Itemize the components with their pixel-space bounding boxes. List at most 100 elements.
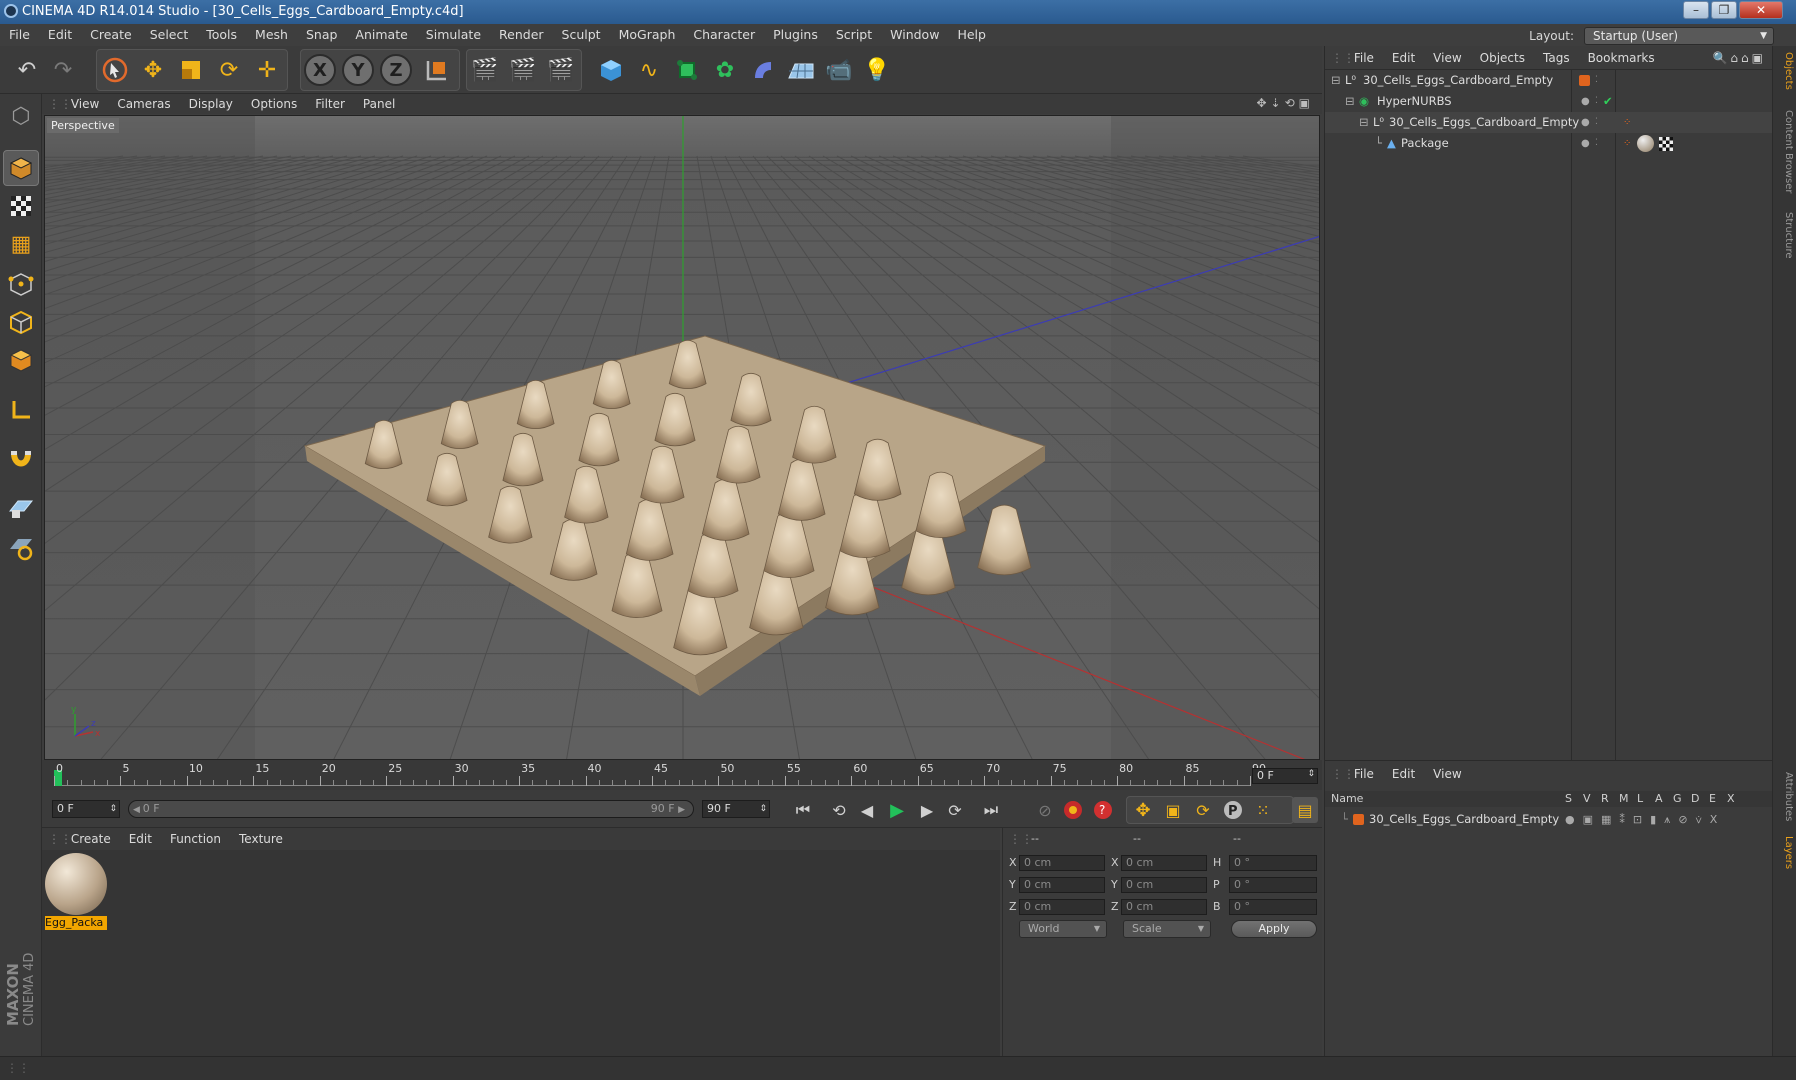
visibility-dots-icon[interactable]: ⁚: [1595, 91, 1598, 112]
undo-icon[interactable]: ↶: [10, 52, 44, 88]
layer-column[interactable]: M: [1619, 792, 1629, 805]
record-keys-icon[interactable]: ⊘: [1032, 797, 1058, 823]
keyframe-selection-icon[interactable]: ?: [1090, 797, 1116, 823]
maximize-button[interactable]: ❐: [1711, 1, 1737, 19]
object-menu-tags[interactable]: Tags: [1534, 46, 1579, 70]
redo-icon[interactable]: ↷: [46, 52, 80, 88]
layer-menu-view[interactable]: View: [1424, 763, 1470, 785]
menu-character[interactable]: Character: [684, 24, 764, 46]
y-axis-lock-icon[interactable]: Y: [342, 54, 374, 86]
polygons-mode-icon[interactable]: [3, 342, 39, 378]
current-frame-field[interactable]: 0 F ⇕: [1252, 768, 1318, 784]
close-button[interactable]: ✕: [1739, 1, 1783, 19]
render-settings-icon[interactable]: 🎬: [544, 52, 578, 88]
menu-simulate[interactable]: Simulate: [417, 24, 490, 46]
live-selection-icon[interactable]: [98, 52, 132, 88]
layer-color-swatch[interactable]: [1579, 75, 1590, 86]
layer-column[interactable]: V: [1583, 792, 1591, 805]
layer-column[interactable]: S: [1565, 792, 1572, 805]
go-to-end-icon[interactable]: ⏭: [978, 797, 1004, 823]
play-icon[interactable]: ▶: [884, 797, 910, 823]
start-frame-field[interactable]: 0 F ⇕: [52, 800, 120, 818]
minimize-button[interactable]: –: [1683, 1, 1709, 19]
floor-scene-icon[interactable]: [784, 52, 818, 88]
previous-frame-icon[interactable]: ◀: [854, 797, 880, 823]
points-mode-icon[interactable]: [3, 266, 39, 302]
tab-layers[interactable]: Layers: [1776, 836, 1794, 869]
texture-mode-icon[interactable]: [3, 188, 39, 224]
menu-help[interactable]: Help: [948, 24, 995, 46]
position-x-field[interactable]: 0 cm: [1019, 855, 1105, 871]
timeline-ruler[interactable]: 051015202530354045505560657075808590 0 F…: [42, 760, 1322, 790]
render-picture-viewer-icon[interactable]: 🎬: [506, 52, 540, 88]
coordinate-system-icon[interactable]: [420, 52, 454, 88]
menu-tools[interactable]: Tools: [197, 24, 246, 46]
scale-key-icon[interactable]: ▣: [1160, 797, 1186, 823]
layer-column[interactable]: E: [1709, 792, 1716, 805]
next-key-icon[interactable]: ⟳: [942, 797, 968, 823]
previous-key-icon[interactable]: ⟲: [826, 797, 852, 823]
parameter-key-icon[interactable]: P: [1220, 797, 1246, 823]
layer-menu-file[interactable]: File: [1345, 763, 1383, 785]
apply-button[interactable]: Apply: [1231, 920, 1317, 938]
model-mode-icon[interactable]: [3, 150, 39, 186]
menu-animate[interactable]: Animate: [346, 24, 416, 46]
go-to-start-icon[interactable]: ⏮: [790, 797, 816, 823]
viewport-menu-panel[interactable]: Panel: [354, 94, 404, 114]
snap-magnet-icon[interactable]: [3, 442, 39, 478]
menu-mesh[interactable]: Mesh: [246, 24, 297, 46]
object-menu-edit[interactable]: Edit: [1383, 46, 1424, 70]
collapse-icon[interactable]: ⊟: [1359, 112, 1369, 133]
move-icon[interactable]: ✥: [136, 52, 170, 88]
next-frame-icon[interactable]: ▶: [914, 797, 940, 823]
rotation-h-field[interactable]: 0 °: [1229, 855, 1317, 871]
nurbs-icon[interactable]: [670, 52, 704, 88]
size-y-field[interactable]: 0 cm: [1121, 877, 1207, 893]
layer-menu-edit[interactable]: Edit: [1383, 763, 1424, 785]
layout-select[interactable]: Startup (User) ▼: [1584, 27, 1774, 45]
camera-icon[interactable]: 📹: [822, 52, 856, 88]
perspective-viewport[interactable]: y x z Perspective: [44, 115, 1320, 760]
object-row[interactable]: ⊟ L⁰ 30_Cells_Eggs_Cardboard_Empty ⁚: [1325, 70, 1773, 91]
deformer-icon[interactable]: [746, 52, 780, 88]
enabled-check-icon[interactable]: ✔: [1603, 91, 1613, 112]
editor-visibility-dot[interactable]: ●: [1581, 133, 1590, 154]
size-mode-select[interactable]: Scale ▼: [1123, 920, 1211, 938]
position-y-field[interactable]: 0 cm: [1019, 877, 1105, 893]
rotate-icon[interactable]: ⟳: [212, 52, 246, 88]
viewport-menu-options[interactable]: Options: [242, 94, 306, 114]
menu-sculpt[interactable]: Sculpt: [553, 24, 610, 46]
viewport-menu-cameras[interactable]: Cameras: [108, 94, 179, 114]
size-x-field[interactable]: 0 cm: [1121, 855, 1207, 871]
coordinate-space-select[interactable]: World ▼: [1019, 920, 1107, 938]
menu-window[interactable]: Window: [881, 24, 948, 46]
layer-column[interactable]: R: [1601, 792, 1609, 805]
material-menu-create[interactable]: Create: [62, 828, 120, 850]
viewport-menu-filter[interactable]: Filter: [306, 94, 354, 114]
rotation-p-field[interactable]: 0 °: [1229, 877, 1317, 893]
layer-column[interactable]: G: [1673, 792, 1682, 805]
visibility-dots-icon[interactable]: ⁚: [1595, 70, 1598, 91]
object-row[interactable]: ⊟ L⁰ 30_Cells_Eggs_Cardboard_Empty ● ⁚ ⁘: [1325, 112, 1773, 133]
frame-range-slider[interactable]: ◀ 0 F 90 F ▶: [128, 800, 694, 818]
end-frame-field[interactable]: 90 F ⇕: [702, 800, 770, 818]
workplane-mode-icon[interactable]: ▦: [3, 226, 39, 262]
object-menu-objects[interactable]: Objects: [1471, 46, 1534, 70]
menu-create[interactable]: Create: [81, 24, 141, 46]
workplane-lock-icon[interactable]: [3, 490, 39, 526]
make-editable-icon[interactable]: ⬡: [3, 98, 39, 134]
object-row[interactable]: ⊟ ◉ HyperNURBS ● ⁚ ✔: [1325, 91, 1773, 112]
phong-tag-icon[interactable]: ⁘: [1623, 133, 1631, 154]
menu-mograph[interactable]: MoGraph: [610, 24, 685, 46]
object-menu-file[interactable]: File: [1345, 46, 1383, 70]
object-row[interactable]: └ ▲ Package ● ⁚ ⁘: [1325, 133, 1773, 154]
visibility-dots-icon[interactable]: ⁚: [1595, 133, 1598, 154]
material-menu-texture[interactable]: Texture: [230, 828, 292, 850]
axis-mode-icon[interactable]: [3, 392, 39, 428]
position-z-field[interactable]: 0 cm: [1019, 899, 1105, 915]
layer-column[interactable]: A: [1655, 792, 1663, 805]
material-menu-function[interactable]: Function: [161, 828, 230, 850]
menu-file[interactable]: File: [0, 24, 39, 46]
tab-structure[interactable]: Structure: [1776, 212, 1794, 259]
material-menu-edit[interactable]: Edit: [120, 828, 161, 850]
